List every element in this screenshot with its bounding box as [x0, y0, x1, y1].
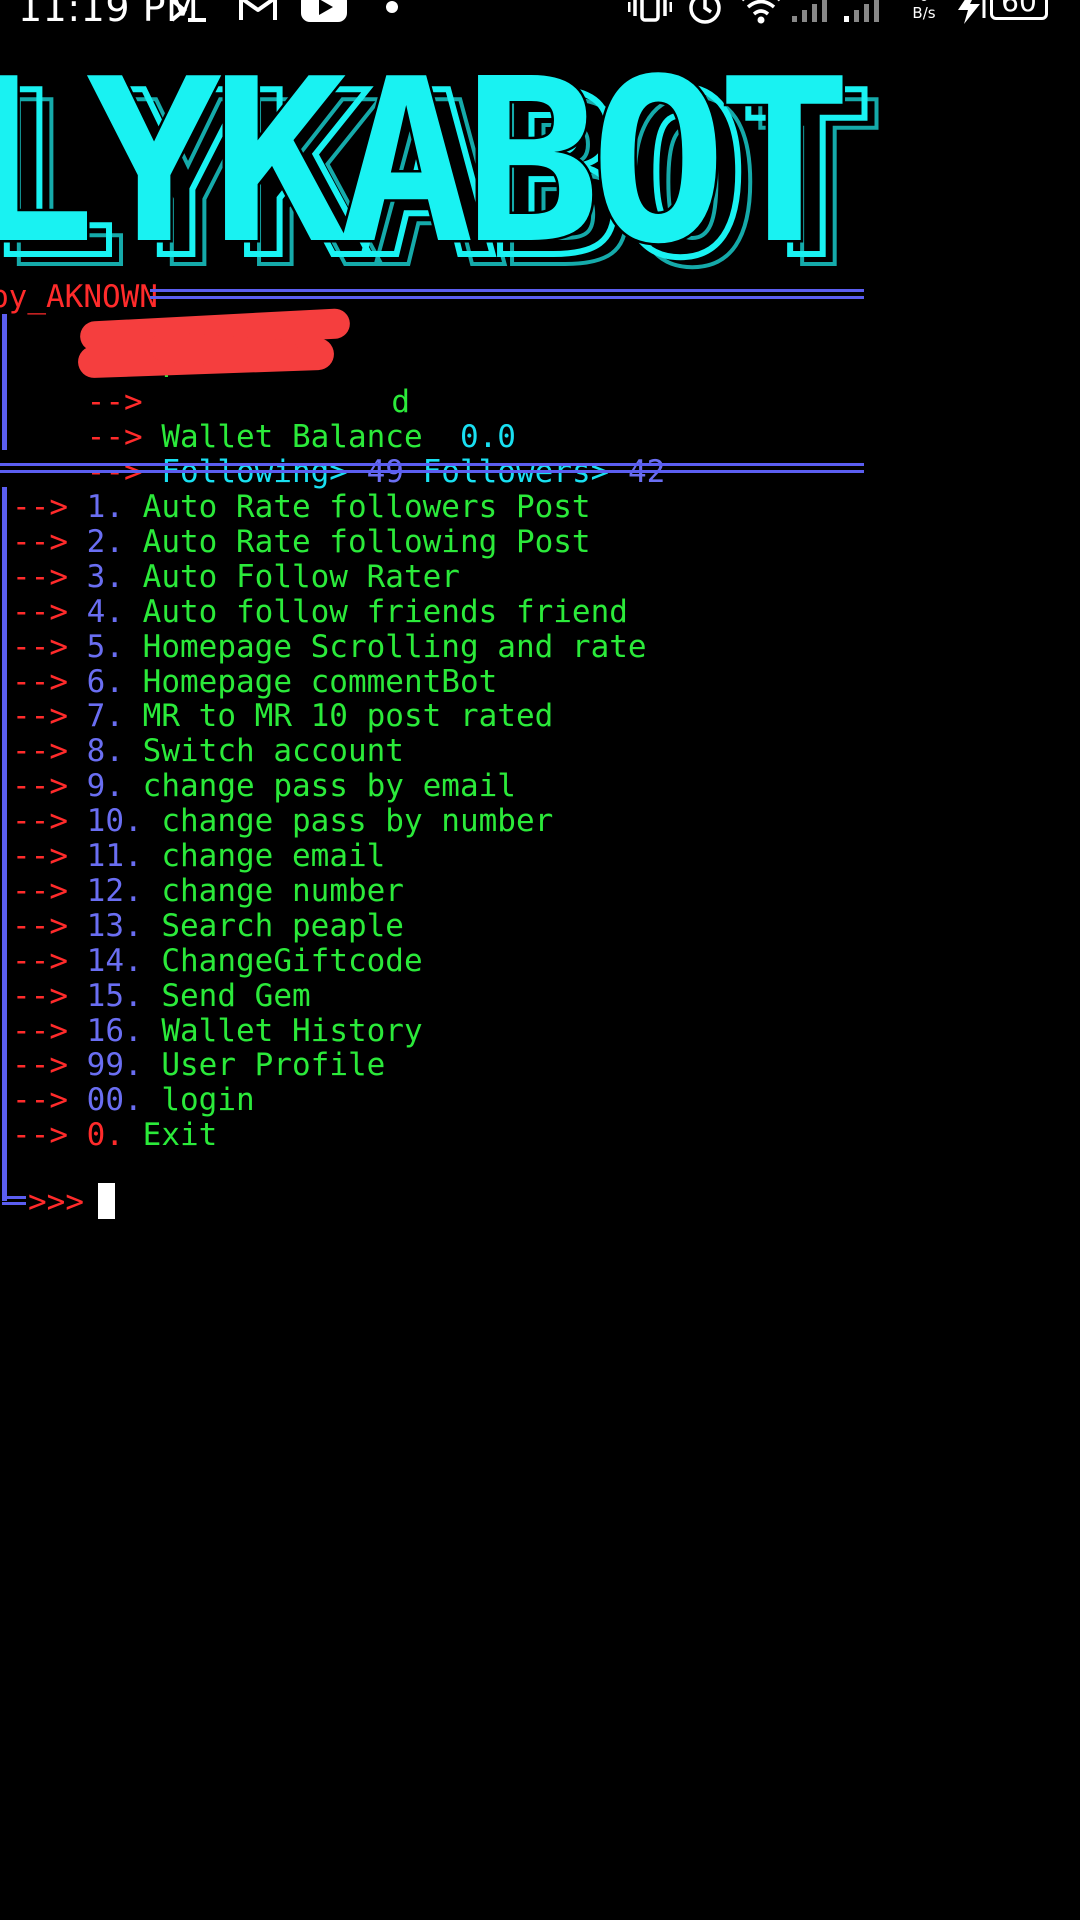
menu-item-label: change pass by email: [142, 768, 516, 805]
menu-item[interactable]: --> 16. Wallet History: [12, 1012, 423, 1049]
arrow: -->: [12, 1117, 68, 1154]
menu-item-number: 99.: [86, 1047, 143, 1084]
menu-item-label: Search peaple: [161, 907, 404, 944]
menu-item[interactable]: --> 5. Homepage Scrolling and rate: [12, 628, 647, 665]
menu-item-label: Homepage commentBot: [142, 663, 498, 700]
menu-item[interactable]: --> 14. ChangeGiftcode: [12, 942, 423, 979]
menu-item-label: Exit: [142, 1117, 218, 1154]
text-cursor[interactable]: [98, 1183, 115, 1219]
menu-item-label: MR to MR 10 post rated: [142, 698, 554, 735]
arrow: -->: [12, 838, 68, 874]
menu-item-label: User Profile: [161, 1047, 386, 1084]
menu-item-number: 2.: [86, 523, 124, 560]
menu-item[interactable]: --> 12. change number: [12, 872, 404, 909]
menu-item[interactable]: --> 99. User Profile: [12, 1048, 385, 1083]
menu-item-number: 9.: [86, 768, 124, 805]
menu-item-label: Auto Follow Rater: [142, 558, 460, 595]
arrow: -->: [12, 768, 68, 805]
menu-item-label: change pass by number: [161, 803, 554, 840]
menu-item[interactable]: --> 4. Auto follow friends friend: [12, 593, 628, 630]
menu-item-number: 6.: [86, 663, 124, 700]
menu-border-corner: [2, 1196, 26, 1205]
arrow: -->: [12, 803, 68, 840]
terminal-output: by_AKNOWN --> F --> d --> Wallet Balance…: [0, 0, 1080, 1220]
section-rule: [0, 463, 864, 473]
arrow: -->: [12, 907, 68, 944]
menu-item-label: Wallet History: [161, 1012, 423, 1049]
menu-item[interactable]: --> 7. MR to MR 10 post rated: [12, 699, 553, 734]
menu-item[interactable]: --> 15. Send Gem: [12, 977, 311, 1014]
menu-item[interactable]: --> 9. change pass by email: [12, 769, 516, 804]
author-label: by_AKNOWN: [0, 279, 158, 315]
arrow: -->: [12, 558, 68, 595]
menu-item[interactable]: --> 1. Auto Rate followers Post: [12, 490, 591, 525]
header-rule: [150, 289, 864, 299]
menu-border: [2, 487, 7, 1201]
arrow: -->: [12, 733, 68, 770]
menu-item-number: 10.: [86, 803, 143, 840]
input-prompt: >>>: [28, 1184, 84, 1220]
menu-item[interactable]: --> 8. Switch account: [12, 734, 404, 769]
menu-item-number: 1.: [86, 489, 124, 525]
arrow: -->: [12, 489, 68, 525]
arrow: -->: [12, 698, 68, 735]
menu-item-number: 12.: [86, 872, 143, 909]
menu-item-number: 4.: [86, 593, 124, 630]
menu-item-label: change number: [161, 872, 404, 909]
menu-item-number: 15.: [86, 977, 143, 1014]
arrow: -->: [12, 593, 68, 630]
menu-item-number: 16.: [86, 1012, 143, 1049]
arrow: -->: [12, 942, 68, 979]
menu-item-label: Auto Rate following Post: [142, 523, 591, 560]
arrow: -->: [12, 628, 68, 665]
menu-item-label: Send Gem: [161, 977, 311, 1014]
menu-item[interactable]: --> 6. Homepage commentBot: [12, 663, 498, 700]
menu-item[interactable]: --> 3. Auto Follow Rater: [12, 558, 460, 595]
menu-item-label: change email: [161, 838, 386, 874]
menu-item-number: 3.: [86, 558, 124, 595]
info-border: [2, 314, 7, 450]
menu-item-number: 00.: [86, 1082, 143, 1119]
arrow: -->: [12, 1082, 68, 1119]
menu-item[interactable]: --> 11. change email: [12, 839, 385, 874]
arrow: -->: [12, 1012, 68, 1049]
menu-item-number: 5.: [86, 628, 124, 665]
menu-item-number: 13.: [86, 907, 143, 944]
menu-item-label: ChangeGiftcode: [161, 942, 423, 979]
arrow: -->: [12, 1047, 68, 1084]
menu-item-number: 7.: [86, 698, 124, 735]
arrow: -->: [12, 977, 68, 1014]
menu-item-label: Switch account: [142, 733, 404, 770]
menu-item-label: login: [161, 1082, 255, 1119]
menu-item-number: 0.: [86, 1117, 124, 1154]
menu-item[interactable]: --> 2. Auto Rate following Post: [12, 523, 591, 560]
menu-item[interactable]: --> 0. Exit: [12, 1118, 217, 1153]
arrow: -->: [12, 663, 68, 700]
menu-item-number: 14.: [86, 942, 143, 979]
menu-item-label: Auto follow friends friend: [142, 593, 628, 630]
menu-item-number: 8.: [86, 733, 124, 770]
arrow: -->: [12, 872, 68, 909]
menu-item-label: Auto Rate followers Post: [142, 489, 591, 525]
follow-stats-line: --> Following> 49 Followers> 42: [12, 420, 666, 490]
menu-item[interactable]: --> 10. change pass by number: [12, 804, 553, 839]
menu-item[interactable]: --> 00. login: [12, 1083, 255, 1118]
wallet-line: --> Wallet Balance 0.0: [12, 385, 516, 455]
menu-item-number: 11.: [86, 838, 143, 874]
arrow: -->: [12, 523, 68, 560]
menu-item[interactable]: --> 13. Search peaple: [12, 907, 404, 944]
menu-item-label: Homepage Scrolling and rate: [142, 628, 647, 665]
